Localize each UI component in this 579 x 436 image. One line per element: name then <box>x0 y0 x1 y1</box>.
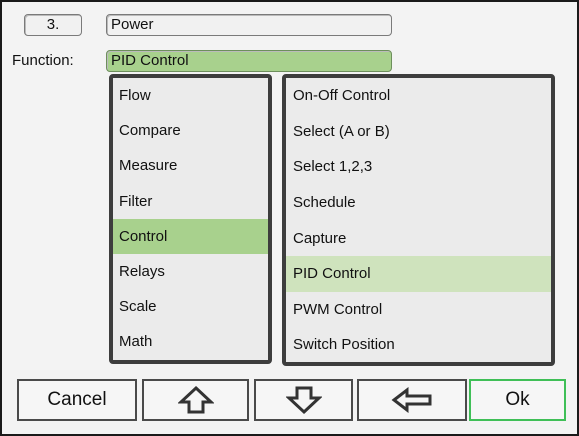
function-value-field[interactable]: PID Control <box>106 50 392 72</box>
category-item-control[interactable]: Control <box>113 218 268 254</box>
function-item-pwm-control[interactable]: PWM Control <box>286 292 551 328</box>
function-item-switch-position[interactable]: Switch Position <box>286 327 551 362</box>
arrow-down-icon <box>285 385 322 415</box>
function-list[interactable]: On-Off Control Select (A or B) Select 1,… <box>282 74 555 366</box>
category-item-filter[interactable]: Filter <box>113 184 268 219</box>
screen: 3. Power Function: PID Control Flow Comp… <box>0 0 579 436</box>
category-list[interactable]: Flow Compare Measure Filter Control Rela… <box>109 74 272 364</box>
category-item-compare[interactable]: Compare <box>113 113 268 148</box>
function-item-pid-control[interactable]: PID Control <box>286 255 551 292</box>
category-item-math[interactable]: Math <box>113 324 268 359</box>
down-button[interactable] <box>254 379 353 421</box>
function-item-schedule[interactable]: Schedule <box>286 185 551 221</box>
ok-button[interactable]: Ok <box>469 379 566 421</box>
function-item-on-off-control[interactable]: On-Off Control <box>286 78 551 114</box>
category-item-relays[interactable]: Relays <box>113 254 268 289</box>
category-item-measure[interactable]: Measure <box>113 148 268 183</box>
step-name-field[interactable]: Power <box>106 14 392 36</box>
category-item-scale[interactable]: Scale <box>113 289 268 324</box>
arrow-up-icon <box>177 385 214 415</box>
function-item-select-1-2-3[interactable]: Select 1,2,3 <box>286 149 551 185</box>
up-button[interactable] <box>142 379 249 421</box>
arrow-left-icon <box>391 387 433 413</box>
cancel-button[interactable]: Cancel <box>17 379 137 421</box>
function-label: Function: <box>12 52 74 69</box>
step-number-field[interactable]: 3. <box>24 14 82 36</box>
function-item-select-a-or-b[interactable]: Select (A or B) <box>286 114 551 150</box>
category-item-flow[interactable]: Flow <box>113 78 268 113</box>
function-item-capture[interactable]: Capture <box>286 220 551 256</box>
back-button[interactable] <box>357 379 467 421</box>
